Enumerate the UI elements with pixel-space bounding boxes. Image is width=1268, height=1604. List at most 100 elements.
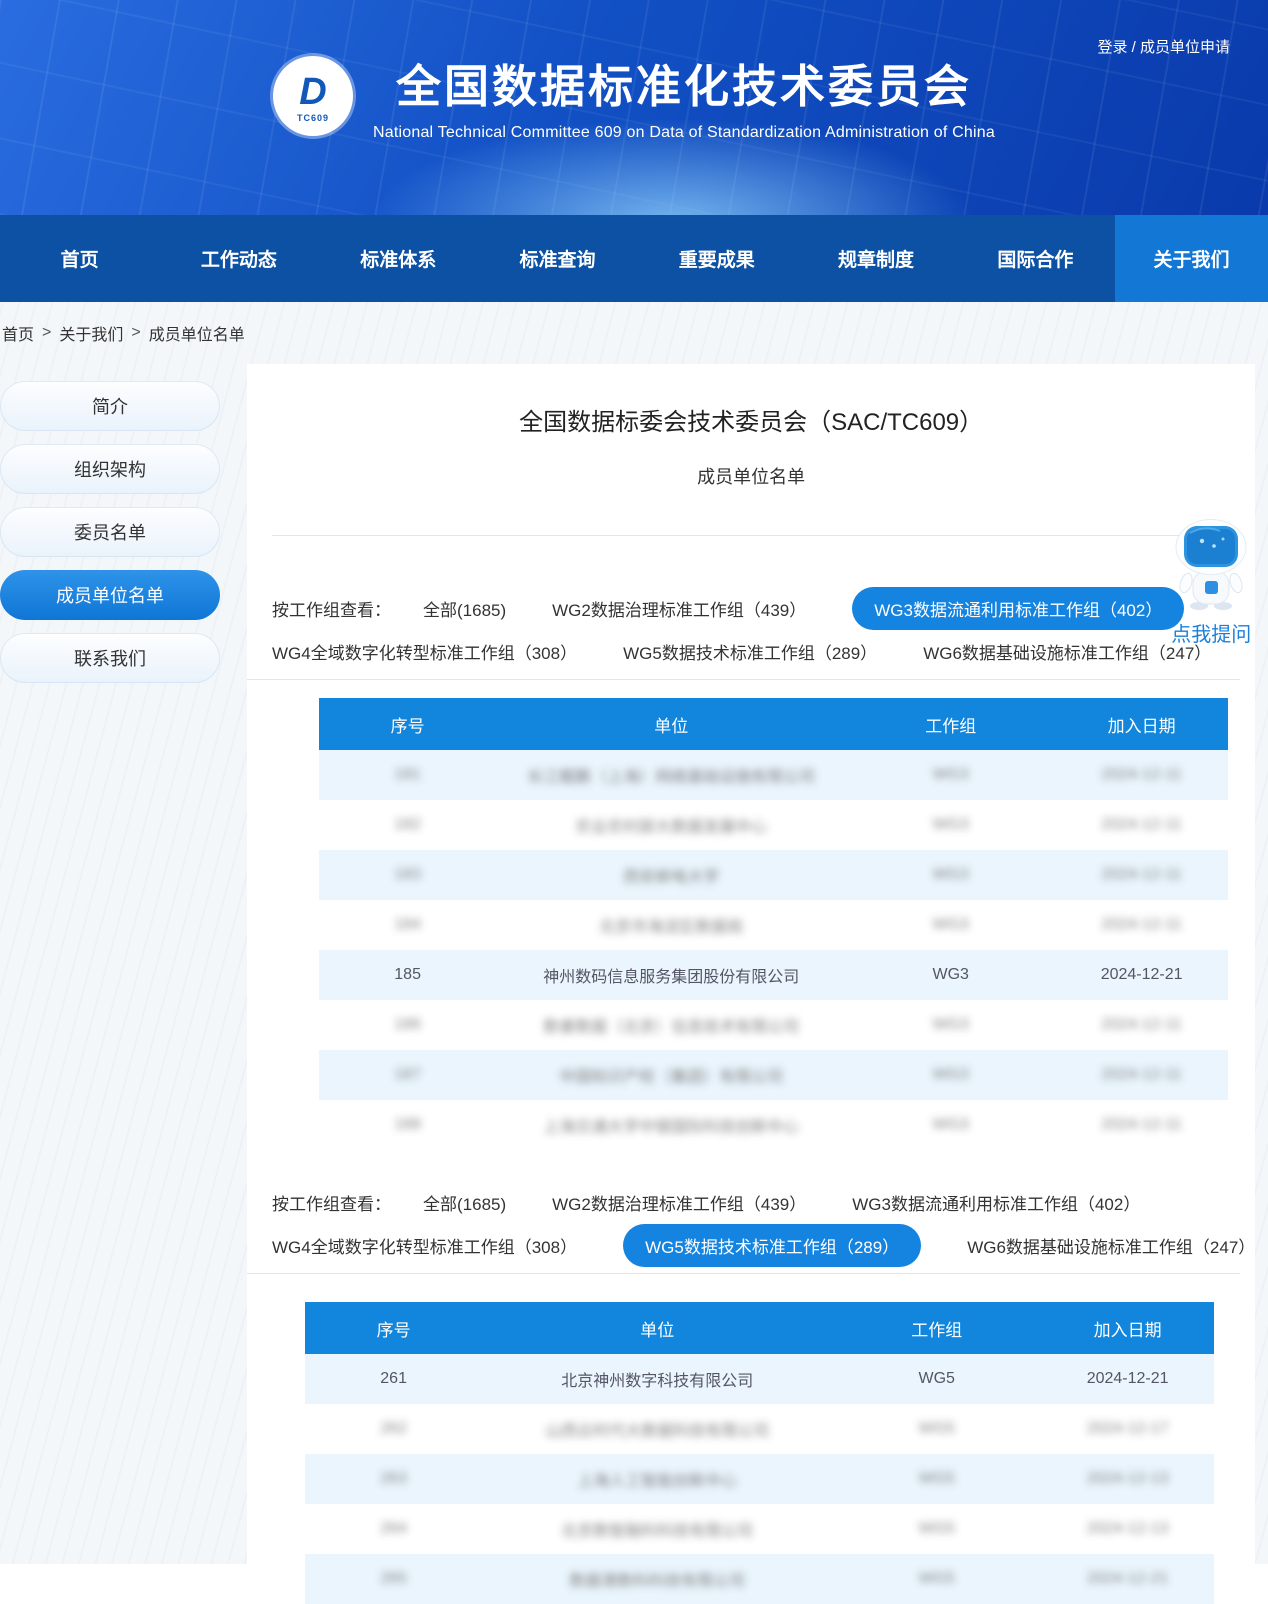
cell-unit: 上海人工智能创新中心 — [577, 1473, 737, 1490]
col-header-workgroup: 工作组 — [832, 1302, 1041, 1354]
cell-unit: 北京神州数字科技有限公司 — [561, 1373, 753, 1390]
assistant-label[interactable]: 点我提问 — [1163, 618, 1259, 647]
breadcrumb-home[interactable]: 首页 — [2, 321, 34, 345]
filter-all[interactable]: 全部(1685) — [423, 1190, 506, 1215]
table-row-highlight-261: 261 北京神州数字科技有限公司 WG5 2024-12-21 — [305, 1354, 1214, 1404]
table-row: 263 上海人工智能创新中心 WG5 2024-12-13 — [305, 1454, 1214, 1504]
nav-item-international[interactable]: 国际合作 — [956, 215, 1115, 302]
sidebar-item-contact-us[interactable]: 联系我们 — [0, 633, 220, 683]
table-header-row: 序号 单位 工作组 加入日期 — [305, 1302, 1214, 1354]
nav-item-regulations[interactable]: 规章制度 — [796, 215, 955, 302]
cell-join-date: 2024-12-11 — [1101, 866, 1182, 883]
cell-workgroup: WG3 — [933, 966, 969, 983]
filter-wg2[interactable]: WG2数据治理标准工作组（439） — [552, 596, 806, 621]
table-row: 187 中国知识产权（集团）有限公司 WG3 2024-12-11 — [319, 1050, 1228, 1100]
table-row-highlight-185: 185 神州数码信息服务集团股份有限公司 WG3 2024-12-21 — [319, 950, 1228, 1000]
filter-group-wg5: 按工作组查看： 全部(1685) WG2数据治理标准工作组（439） WG3数据… — [272, 1182, 1255, 1265]
table-row: 183 西安邮电大学 WG3 2024-12-11 — [319, 850, 1228, 900]
nav-item-standard-system[interactable]: 标准体系 — [319, 215, 478, 302]
breadcrumb: 首页 > 关于我们 > 成员单位名单 — [0, 302, 1268, 364]
cell-join-date: 2024-12-11 — [1101, 816, 1182, 833]
cell-no: 261 — [380, 1370, 407, 1387]
site-subtitle: National Technical Committee 609 on Data… — [373, 124, 995, 142]
cell-workgroup: WG5 — [919, 1520, 955, 1537]
breadcrumb-separator: > — [131, 324, 140, 342]
cell-workgroup: WG5 — [919, 1420, 955, 1437]
col-header-workgroup: 工作组 — [846, 698, 1055, 750]
sidebar: 简介 组织架构 委员名单 成员单位名单 联系我们 — [0, 364, 222, 696]
divider — [247, 679, 1240, 680]
cell-no: 264 — [380, 1520, 407, 1537]
sidebar-item-org-structure[interactable]: 组织架构 — [0, 444, 220, 494]
page-title: 全国数据标委会技术委员会（SAC/TC609） — [247, 402, 1255, 437]
table-row: 181 长江鲲鹏（上海）网络基础设施有限公司 WG3 2024-12-11 — [319, 750, 1228, 800]
sidebar-item-intro[interactable]: 简介 — [0, 381, 220, 431]
filter-wg3-active[interactable]: WG3数据流通利用标准工作组（402） — [852, 587, 1184, 630]
table-row: 264 北京数智融科科技有限公司 WG5 2024-12-13 — [305, 1504, 1214, 1554]
cell-workgroup: WG5 — [919, 1570, 955, 1587]
col-header-unit: 单位 — [482, 1302, 832, 1354]
cell-workgroup: WG5 — [919, 1470, 955, 1487]
filter-wg4[interactable]: WG4全域数字化转型标准工作组（308） — [272, 1233, 577, 1258]
filter-wg2[interactable]: WG2数据治理标准工作组（439） — [552, 1190, 806, 1215]
nav-item-standard-query[interactable]: 标准查询 — [478, 215, 637, 302]
table-row: 182 农业农村部大数据发展中心 WG3 2024-12-11 — [319, 800, 1228, 850]
cell-workgroup: WG5 — [919, 1370, 955, 1387]
filter-wg5-active[interactable]: WG5数据技术标准工作组（289） — [623, 1224, 921, 1267]
logo-tc609-text: TC609 — [273, 113, 353, 123]
cell-no: 262 — [380, 1420, 407, 1437]
filter-group-wg3: 按工作组查看： 全部(1685) WG2数据治理标准工作组（439） WG3数据… — [272, 588, 1255, 671]
nav-item-work-news[interactable]: 工作动态 — [159, 215, 318, 302]
table-row: 186 数睿数据（北京）信息技术有限公司 WG3 2024-12-11 — [319, 1000, 1228, 1050]
cell-unit: 数睿数据（北京）信息技术有限公司 — [543, 1019, 799, 1036]
cell-workgroup: WG3 — [933, 1066, 969, 1083]
sidebar-item-committee-list[interactable]: 委员名单 — [0, 507, 220, 557]
sidebar-item-member-units[interactable]: 成员单位名单 — [0, 570, 220, 620]
cell-join-date: 2024-12-13 — [1087, 1470, 1169, 1487]
cell-join-date: 2024-12-11 — [1101, 1116, 1182, 1133]
cell-unit: 数据港数科科技有限公司 — [569, 1573, 745, 1590]
cell-unit: 神州数码信息服务集团股份有限公司 — [543, 969, 799, 986]
main-nav: 首页 工作动态 标准体系 标准查询 重要成果 规章制度 国际合作 关于我们 — [0, 215, 1268, 302]
cell-join-date: 2024-12-21 — [1101, 966, 1183, 983]
cell-unit: 中国知识产权（集团）有限公司 — [559, 1069, 783, 1086]
nav-item-achievements[interactable]: 重要成果 — [637, 215, 796, 302]
cell-join-date: 2024-12-13 — [1087, 1520, 1169, 1537]
cell-join-date: 2024-12-21 — [1087, 1370, 1169, 1387]
cell-join-date: 2024-12-11 — [1101, 766, 1182, 783]
cell-join-date: 2024-12-11 — [1101, 1016, 1182, 1033]
filter-wg5[interactable]: WG5数据技术标准工作组（289） — [623, 639, 877, 664]
cell-join-date: 2024-12-17 — [1087, 1420, 1169, 1437]
login-link[interactable]: 登录 / 成员单位申请 — [1097, 36, 1230, 57]
nav-item-about-us[interactable]: 关于我们 — [1115, 215, 1268, 302]
nav-item-home[interactable]: 首页 — [0, 215, 159, 302]
robot-mascot-icon[interactable] — [1172, 598, 1250, 615]
cell-unit: 长江鲲鹏（上海）网络基础设施有限公司 — [527, 769, 815, 786]
filter-wg3[interactable]: WG3数据流通利用标准工作组（402） — [852, 1190, 1140, 1215]
site-banner: 登录 / 成员单位申请 D TC609 全国数据标准化技术委员会 Nationa… — [0, 0, 1268, 215]
cell-unit: 农业农村部大数据发展中心 — [575, 819, 767, 836]
table-row: 265 数据港数科科技有限公司 WG5 2024-12-21 — [305, 1554, 1214, 1604]
table-row: 262 山西云时代大数据科技有限公司 WG5 2024-12-17 — [305, 1404, 1214, 1454]
filter-all[interactable]: 全部(1685) — [423, 596, 506, 621]
member-table-wg3: 序号 单位 工作组 加入日期 181 长江鲲鹏（上海）网络基础设施有限公司 WG… — [319, 698, 1228, 1150]
filter-wg6[interactable]: WG6数据基础设施标准工作组（247） — [967, 1233, 1255, 1258]
member-table-wg5: 序号 单位 工作组 加入日期 261 北京神州数字科技有限公司 WG5 2024… — [305, 1302, 1214, 1604]
page-subtitle: 成员单位名单 — [247, 463, 1255, 489]
filter-wg4[interactable]: WG4全域数字化转型标准工作组（308） — [272, 639, 577, 664]
main-content-card: 全国数据标委会技术委员会（SAC/TC609） 成员单位名单 — [247, 364, 1255, 1604]
cell-join-date: 2024-12-11 — [1101, 916, 1182, 933]
col-header-unit: 单位 — [496, 698, 846, 750]
assistant-widget[interactable]: 点我提问 — [1163, 519, 1259, 647]
col-header-join-date: 加入日期 — [1055, 698, 1228, 750]
table-header-row: 序号 单位 工作组 加入日期 — [319, 698, 1228, 750]
cell-no: 181 — [394, 766, 421, 783]
table-row: 184 北京市海淀区数据局 WG3 2024-12-11 — [319, 900, 1228, 950]
cell-join-date: 2024-12-21 — [1087, 1570, 1169, 1587]
cell-join-date: 2024-12-11 — [1101, 1066, 1182, 1083]
breadcrumb-about[interactable]: 关于我们 — [59, 321, 123, 345]
cell-unit: 山西云时代大数据科技有限公司 — [545, 1423, 769, 1440]
site-logo: D TC609 — [273, 56, 353, 136]
table-row: 188 上海交通大学中银国际科技创新中心 WG3 2024-12-11 — [319, 1100, 1228, 1150]
brand-block: D TC609 全国数据标准化技术委员会 National Technical … — [0, 0, 1268, 142]
